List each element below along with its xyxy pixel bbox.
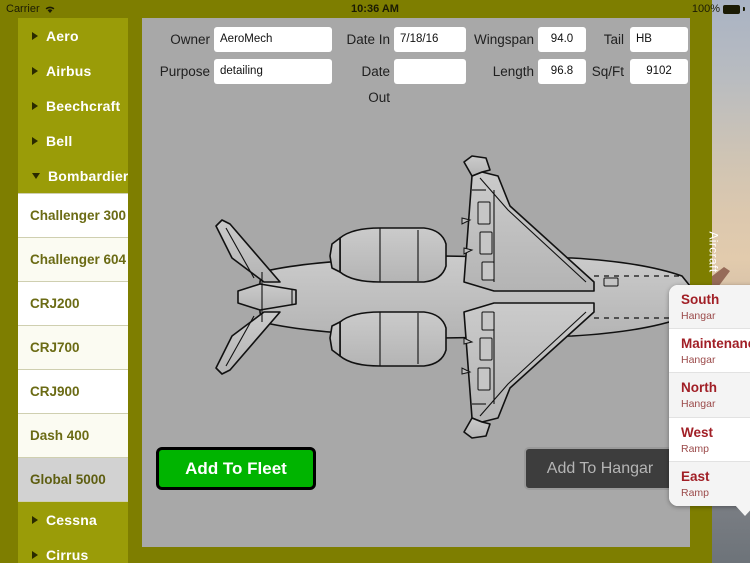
triangle-right-icon: [32, 136, 38, 145]
sidebar-model-label: Challenger 604: [30, 252, 127, 267]
form-input-purpose[interactable]: detailing: [214, 59, 332, 84]
popover-option-type: Hangar: [681, 310, 716, 322]
detail-panel: Owner AeroMech Date In 7/18/16 Wingspan 94.0 T…: [142, 18, 750, 547]
popover-option-name: East: [681, 468, 710, 484]
form-label-wingspan: Wingspan: [473, 32, 534, 47]
battery-percent-label: 100%: [691, 3, 720, 15]
sidebar-manufacturer-label: Aero: [46, 27, 79, 44]
sidebar-model-label: Challenger 300: [30, 208, 127, 223]
sidebar-manufacturer-airbus[interactable]: Airbus: [18, 53, 128, 88]
triangle-right-icon: [32, 101, 38, 110]
popover-option-maintenance[interactable]: Maintenance Hangar: [669, 329, 750, 374]
form-label-sq-ft: Sq/Ft: [591, 64, 624, 79]
aircraft-diagram: [142, 86, 691, 506]
sidebar-model-label: Global 5000: [30, 472, 106, 487]
sidebar-model-challenger-604[interactable]: Challenger 604: [18, 238, 128, 282]
status-bar-right: 100%: [692, 3, 745, 15]
popover-option-type: Hangar: [681, 398, 716, 411]
popover-option-type: Ramp: [681, 442, 710, 455]
triangle-right-icon: [32, 515, 38, 524]
popover-option-name: Maintenance: [681, 336, 750, 352]
sidebar-model-crj700[interactable]: CRJ700: [18, 326, 128, 370]
sidebar-manufacturer-bombardier[interactable]: Bombardier: [18, 158, 128, 193]
model-list[interactable]: Challenger 300 Challenger 604 CRJ200 CRJ700…: [18, 193, 128, 502]
sidebar-model-challenger-300[interactable]: Challenger 300: [18, 194, 128, 238]
sidebar-model-crj900[interactable]: CRJ900: [18, 370, 128, 414]
form-label-owner: Owner: [170, 32, 210, 47]
popover-option-name: South: [681, 292, 720, 307]
battery-tip: [743, 7, 745, 11]
manufacturer-sidebar[interactable]: Aero Airbus Beechcraft Bell Bombardier Chall…: [18, 18, 128, 563]
sidebar-model-dash-400[interactable]: Dash 400: [18, 414, 128, 458]
popover-option-east[interactable]: East Ramp: [669, 461, 750, 506]
sidebar-model-label: Dash 400: [30, 428, 90, 443]
status-bar: Carrier 10:36 AM 100%: [0, 0, 750, 18]
hangar-popover[interactable]: South Hangar Maintenance Hangar North Hangar W…: [669, 285, 750, 506]
popover-option-north[interactable]: North Hangar: [669, 373, 750, 418]
sidebar-model-crj200[interactable]: CRJ200: [18, 282, 128, 326]
triangle-down-icon: [32, 172, 40, 179]
form-label-length: Length: [492, 64, 534, 79]
popover-option-west[interactable]: West Ramp: [669, 417, 750, 462]
form-input-sq-ft[interactable]: 9102: [630, 59, 688, 84]
aircraft-form: Owner AeroMech Date In 7/18/16 Wingspan 94.0 T…: [142, 18, 690, 105]
sidebar-manufacturer-bell[interactable]: Bell: [18, 123, 128, 158]
form-input-length[interactable]: 96.8: [538, 59, 586, 84]
popover-option-name: North: [681, 380, 717, 396]
sidebar-manufacturer-label: Cirrus: [46, 546, 89, 563]
sidebar-manufacturer-cessna[interactable]: Cessna: [18, 502, 128, 537]
sidebar-manufacturer-label: Bell: [46, 132, 73, 149]
popover-option-type: Ramp: [681, 486, 710, 499]
popover-option-type: Hangar: [681, 354, 716, 367]
form-input-wingspan[interactable]: 94.0: [538, 27, 586, 52]
form-label-purpose: Purpose: [159, 64, 210, 79]
sidebar-model-label: CRJ900: [30, 384, 80, 399]
add-to-hangar-button[interactable]: Add To Hangar: [524, 447, 676, 490]
form-input-date-out[interactable]: [394, 59, 466, 84]
popover-arrow: [734, 504, 750, 516]
triangle-right-icon: [32, 550, 38, 559]
sidebar-manufacturer-label: Airbus: [46, 62, 92, 79]
form-label-date-in: Date In: [346, 32, 390, 47]
popover-option-south[interactable]: South Hangar: [669, 285, 750, 330]
aircraft-tab-label[interactable]: Aircraft: [706, 231, 720, 272]
sidebar-model-label: CRJ200: [30, 296, 80, 311]
form-input-owner[interactable]: AeroMech: [214, 27, 332, 52]
sidebar-manufacturer-label: Cessna: [46, 511, 98, 528]
form-input-tail[interactable]: HB: [630, 27, 688, 52]
manufacturer-list-bottom: Cessna Cirrus: [18, 502, 128, 563]
form-label-tail: Tail: [603, 32, 624, 47]
popover-option-name: West: [681, 424, 714, 440]
sidebar-manufacturer-aero[interactable]: Aero: [18, 18, 128, 53]
sidebar-model-global-5000[interactable]: Global 5000: [18, 458, 128, 502]
sidebar-manufacturer-beechcraft[interactable]: Beechcraft: [18, 88, 128, 123]
sidebar-manufacturer-cirrus[interactable]: Cirrus: [18, 537, 128, 563]
manufacturer-list-top: Aero Airbus Beechcraft Bell Bombardier: [18, 18, 128, 193]
add-to-fleet-button[interactable]: Add To Fleet: [156, 447, 316, 490]
battery-full-icon: [723, 4, 740, 14]
triangle-right-icon: [32, 66, 38, 75]
triangle-right-icon: [32, 31, 38, 40]
sidebar-manufacturer-label: Beechcraft: [46, 97, 121, 114]
sidebar-model-label: CRJ700: [30, 340, 80, 355]
status-bar-time: 10:36 AM: [351, 3, 399, 15]
sidebar-manufacturer-label: Bombardier: [48, 167, 128, 184]
form-input-date-in[interactable]: 7/18/16: [394, 27, 466, 52]
